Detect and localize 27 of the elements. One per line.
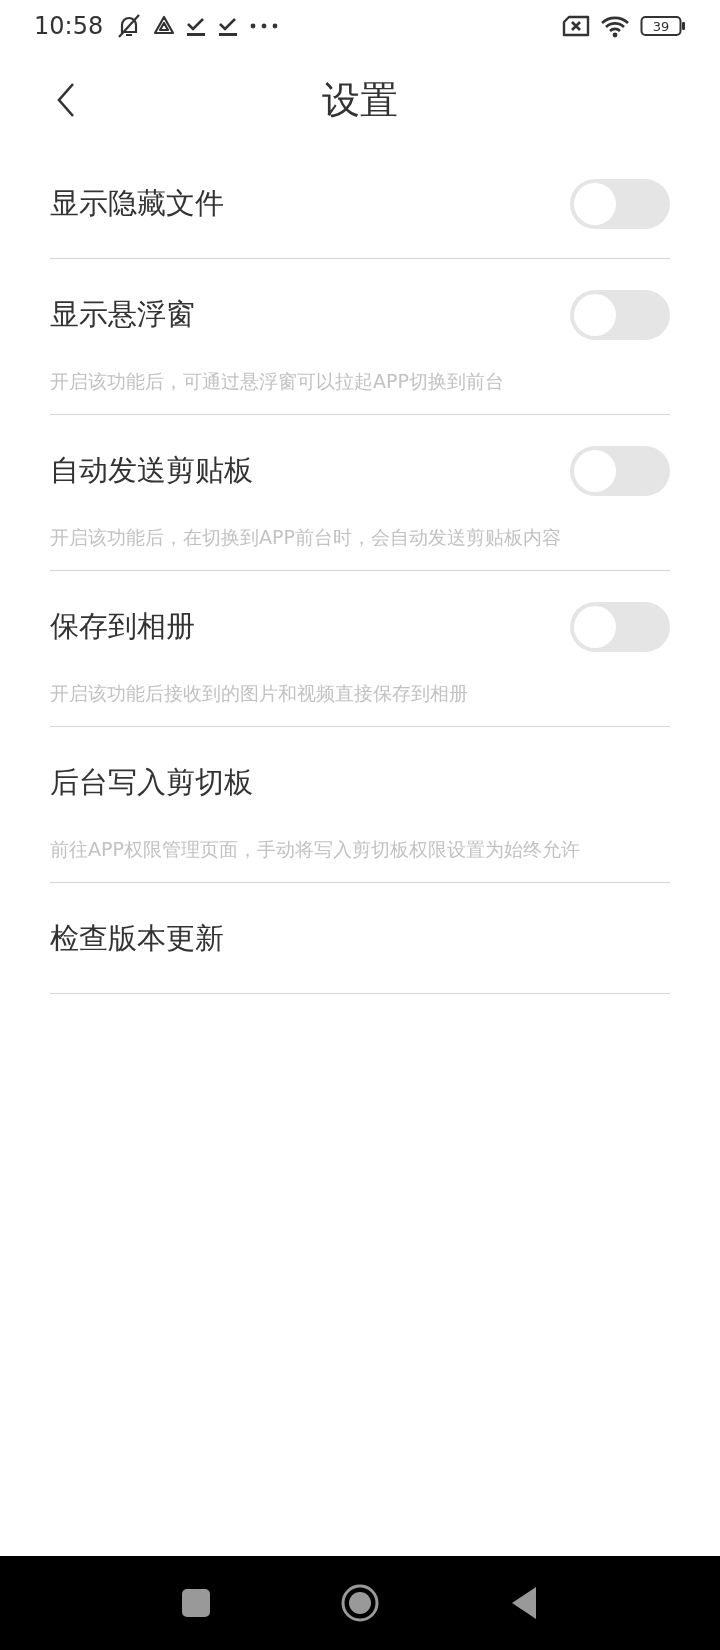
battery-level: 39	[652, 19, 670, 34]
setting-label[interactable]: 检查版本更新	[50, 919, 224, 959]
back-nav-button[interactable]	[510, 1586, 538, 1620]
wifi-icon	[600, 14, 630, 38]
toggle-switch[interactable]	[570, 179, 670, 229]
setting-label[interactable]: 后台写入剪切板	[50, 763, 253, 803]
more-icon	[249, 21, 280, 31]
no-sim-icon	[562, 15, 590, 37]
setting-description: 开启该功能后，可通过悬浮窗可以拉起APP切换到前台	[50, 369, 505, 394]
status-time: 10:58	[34, 12, 104, 40]
setting-label: 自动发送剪贴板	[50, 452, 253, 489]
toggle-switch[interactable]	[570, 602, 670, 652]
setting-label: 保存到相册	[50, 608, 195, 645]
setting-description: 开启该功能后，在切换到APP前台时，会自动发送剪贴板内容	[50, 525, 562, 550]
toggle-switch[interactable]	[570, 290, 670, 340]
home-button[interactable]	[340, 1583, 380, 1623]
recents-button[interactable]	[182, 1589, 210, 1617]
triangle-icon	[153, 15, 176, 37]
setting-label: 显示悬浮窗	[50, 296, 195, 333]
download-done-icon	[217, 15, 240, 37]
setting-description: 开启该功能后接收到的图片和视频直接保存到相册	[50, 681, 469, 706]
download-done-icon	[185, 15, 208, 37]
toggle-switch[interactable]	[570, 446, 670, 496]
page-title: 设置	[322, 76, 398, 124]
setting-label: 显示隐藏文件	[50, 185, 224, 222]
back-icon	[56, 82, 76, 118]
setting-description: 前往APP权限管理页面，手动将写入剪切板权限设置为始终允许	[50, 837, 581, 862]
